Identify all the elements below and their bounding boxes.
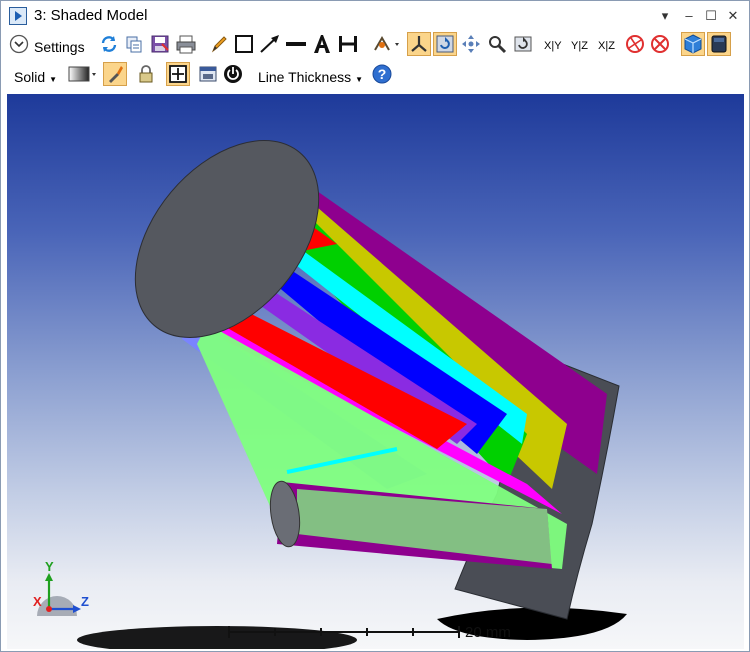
- fit-view-icon[interactable]: [166, 62, 190, 86]
- close-button[interactable]: ✕: [724, 7, 742, 25]
- clear-rays-icon[interactable]: [623, 32, 647, 56]
- clear-all-icon[interactable]: [648, 32, 672, 56]
- copy-icon[interactable]: [122, 32, 146, 56]
- power-icon[interactable]: [221, 62, 245, 86]
- zoom-icon[interactable]: [485, 32, 509, 56]
- help-icon[interactable]: ?: [370, 62, 394, 86]
- app-icon: [9, 7, 27, 25]
- axis-x-label: X: [33, 594, 42, 609]
- help-glyph: ?: [378, 66, 387, 82]
- line-thickness-dropdown[interactable]: Line Thickness ▼: [258, 69, 363, 85]
- 3d-viewport[interactable]: Y X Z 20 mm: [7, 94, 744, 649]
- title-bar: 3: Shaded Model ▾ – ☐ ✕: [1, 1, 749, 31]
- dimension-icon[interactable]: [336, 32, 360, 56]
- color-picker-icon[interactable]: [103, 62, 127, 86]
- shaded-model-window: 3: Shaded Model ▾ – ☐ ✕ Settings X|Y Y|Z…: [0, 0, 750, 652]
- shaded-model-scene: [37, 140, 627, 649]
- pan-icon[interactable]: [459, 32, 483, 56]
- display-mode-value: Solid: [14, 69, 46, 85]
- pencil-icon[interactable]: [207, 32, 231, 56]
- lens-shadow: [77, 626, 357, 649]
- display-toolbar: Solid ▼ Line Thickness ▼ ?: [1, 62, 749, 92]
- line-icon[interactable]: [284, 32, 308, 56]
- view-xy-button[interactable]: X|Y: [544, 40, 562, 52]
- axis-z-label: Z: [81, 594, 89, 609]
- view-options-icon[interactable]: [371, 32, 401, 56]
- minimize-button[interactable]: –: [680, 7, 698, 25]
- main-toolbar: Settings X|Y Y|Z X|Z: [1, 32, 749, 62]
- refresh-icon[interactable]: [97, 32, 121, 56]
- shaded-cube-icon[interactable]: [681, 32, 705, 56]
- view-yz-button[interactable]: Y|Z: [571, 40, 588, 52]
- settings-button[interactable]: Settings: [34, 39, 85, 55]
- settings-chevron-icon[interactable]: [7, 32, 31, 56]
- arrow-line-icon[interactable]: [258, 32, 282, 56]
- window-title: 3: Shaded Model: [34, 7, 148, 24]
- window-layout-icon[interactable]: [196, 62, 220, 86]
- reset-view-icon[interactable]: [511, 32, 535, 56]
- gradient-color-icon[interactable]: [68, 62, 98, 86]
- solid-block-icon[interactable]: [707, 32, 731, 56]
- scale-bar-label: 20 mm: [465, 624, 511, 641]
- save-icon[interactable]: [148, 32, 172, 56]
- text-icon[interactable]: [310, 32, 334, 56]
- z-axis-arrowhead: [73, 605, 81, 613]
- x-axis-dot: [46, 606, 52, 612]
- axis-triad-base: [37, 596, 77, 616]
- axis-y-label: Y: [45, 559, 54, 574]
- dropdown-arrow-icon: ▼: [355, 75, 364, 84]
- dropdown-arrow-icon: ▼: [49, 75, 58, 84]
- line-thickness-label: Line Thickness: [258, 69, 352, 85]
- axes-rotate-icon[interactable]: [407, 32, 431, 56]
- rectangle-icon[interactable]: [232, 32, 256, 56]
- y-axis-arrowhead: [45, 573, 53, 581]
- maximize-button[interactable]: ☐: [702, 7, 720, 25]
- lock-icon[interactable]: [134, 62, 158, 86]
- print-icon[interactable]: [174, 32, 198, 56]
- window-menu-dropdown-icon[interactable]: ▾: [656, 7, 674, 25]
- view-xz-button[interactable]: X|Z: [598, 40, 615, 52]
- rotate-view-icon[interactable]: [433, 32, 457, 56]
- display-mode-dropdown[interactable]: Solid ▼: [14, 69, 57, 85]
